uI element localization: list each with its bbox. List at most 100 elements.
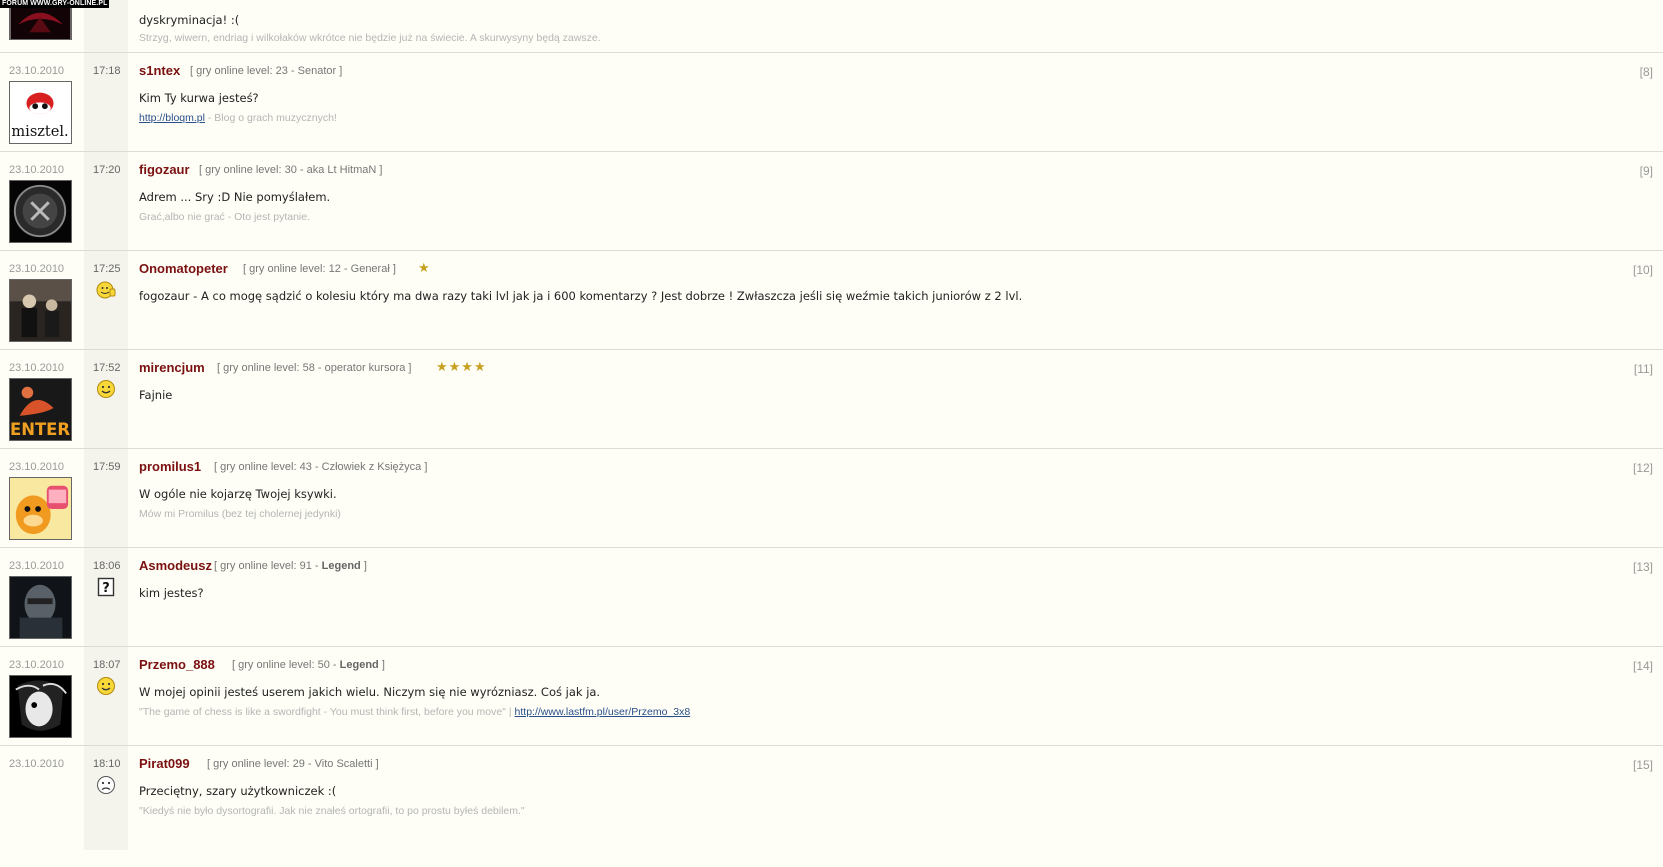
forum-post: 23.10.2010 17:20 figozaur [ gry online leve… [0, 151, 1663, 256]
forum-post: 23.10.2010 18:10 Pirat099 [ gry online leve… [0, 745, 1663, 850]
signature-text: Grać,albo nie grać - Oto jest pytanie. [139, 211, 310, 223]
user-level: [ gry online level: 58 - operator kursor… [217, 362, 412, 374]
user-rank: Senator [297, 65, 337, 77]
user-level: [ gry online level: 43 - Człowiek z Księ… [214, 461, 428, 473]
post-number[interactable]: [10] [1633, 263, 1653, 277]
level-suffix: ] [360, 560, 367, 572]
user-level: [ gry online level: 12 - Generał ] [243, 263, 396, 275]
avatar-image [10, 577, 71, 638]
level-suffix: ] [376, 164, 383, 176]
level-prefix: [ gry online level: [243, 263, 329, 275]
username-link[interactable]: figozaur [139, 162, 190, 177]
level-suffix: ] [378, 659, 385, 671]
avatar[interactable]: ENTER [9, 378, 72, 441]
level-prefix: [ gry online level: [217, 362, 303, 374]
forum-thread: FORUM WWW.GRY-ONLINE.PL dyskryminacja! :… [0, 0, 1663, 867]
level-value: 91 [299, 560, 312, 572]
post-time: 18:07 [93, 659, 121, 671]
post-date: 23.10.2010 [9, 362, 65, 374]
forum-watermark: FORUM WWW.GRY-ONLINE.PL [0, 0, 110, 8]
post-signature: "Kiedyś nie było dysortografii. Jak nie … [139, 805, 525, 817]
signature-link[interactable]: http://www.lastfm.pl/user/Przemo_3x8 [515, 706, 691, 718]
level-value: 30 [284, 164, 297, 176]
post-time: 17:59 [93, 461, 121, 473]
username-link[interactable]: promilus1 [139, 459, 201, 474]
avatar-caption: misztel. [11, 124, 68, 140]
forum-post: 23.10.2010 18:07 Przemo_888 [ gry online le… [0, 646, 1663, 751]
sad-emoticon-icon [96, 775, 116, 795]
post-date: 23.10.2010 [9, 461, 65, 473]
user-rank: Człowiek z Księżyca [321, 461, 422, 473]
signature-text: - Blog o grach muzycznych! [204, 112, 337, 124]
avatar-image [10, 280, 71, 341]
post-date: 23.10.2010 [9, 263, 65, 275]
signature-text: "The game of chess is like a swordfight … [139, 706, 515, 718]
user-level: [ gry online level: 50 - Legend ] [232, 659, 385, 671]
post-number[interactable]: [11] [1634, 362, 1653, 376]
post-message: Fajnie [139, 388, 173, 402]
post-date: 23.10.2010 [9, 758, 65, 770]
avatar-image [10, 478, 71, 539]
post-number[interactable]: [12] [1633, 461, 1653, 475]
rank-stars-icon: ★ [418, 261, 431, 276]
post-number[interactable]: [15] [1633, 758, 1653, 772]
forum-post: 23.10.2010 17:59 promilus1 [ gry online lev… [0, 448, 1663, 553]
post-time: 17:20 [93, 164, 121, 176]
post-message: W ogóle nie kojarzę Twojej ksywki. [139, 487, 337, 501]
level-suffix: ] [421, 461, 428, 473]
level-value: 58 [302, 362, 315, 374]
forum-post: 23.10.2010 17:25 Onomatopeter [ gry online … [0, 250, 1663, 355]
signature-link[interactable]: http://bloqm.pl [139, 112, 205, 124]
post-date: 23.10.2010 [9, 65, 65, 77]
avatar[interactable] [9, 675, 72, 738]
level-value: 50 [317, 659, 330, 671]
post-time: 17:52 [93, 362, 121, 374]
level-value: 23 [275, 65, 288, 77]
post-number[interactable]: [13] [1633, 560, 1653, 574]
username-link[interactable]: Onomatopeter [139, 261, 228, 276]
user-rank: aka Lt HitmaN [306, 164, 377, 176]
username-link[interactable]: s1ntex [139, 63, 180, 78]
post-number[interactable]: [14] [1633, 659, 1653, 673]
user-level: [ gry online level: 29 - Vito Scaletti ] [207, 758, 379, 770]
user-rank: Legend [339, 659, 379, 671]
signature-text: "Kiedyś nie było dysortografii. Jak nie … [139, 805, 525, 817]
level-value: 29 [292, 758, 305, 770]
avatar-image [10, 676, 71, 737]
post-time: 18:06 [93, 560, 121, 572]
level-value: 43 [299, 461, 312, 473]
user-level: [ gry online level: 23 - Senator ] [190, 65, 343, 77]
avatar[interactable]: misztel. [9, 81, 72, 144]
post-message: Adrem ... Sry :D Nie pomyślałem. [139, 190, 331, 204]
level-suffix: ] [389, 263, 396, 275]
avatar[interactable] [9, 180, 72, 243]
level-suffix: ] [336, 65, 343, 77]
level-prefix: [ gry online level: [207, 758, 293, 770]
post-message: kim jestes? [139, 586, 204, 600]
user-level: [ gry online level: 30 - aka Lt HitmaN ] [199, 164, 383, 176]
avatar[interactable] [9, 477, 72, 540]
post-number[interactable]: [9] [1640, 164, 1653, 178]
username-link[interactable]: Przemo_888 [139, 657, 215, 672]
post-time: 17:18 [93, 65, 121, 77]
username-link[interactable]: Pirat099 [139, 756, 190, 771]
post-message: fogozaur - A co mogę sądzić o kolesiu kt… [139, 289, 1023, 303]
user-rank: Vito Scaletti [314, 758, 373, 770]
signature-text: Mów mi Promilus (bez tej cholernej jedyn… [139, 508, 341, 520]
post-date: 23.10.2010 [9, 659, 65, 671]
level-prefix: [ gry online level: [199, 164, 285, 176]
avatar[interactable] [9, 279, 72, 342]
username-link[interactable]: mirencjum [139, 360, 205, 375]
post-message: W mojej opinii jesteś userem jakich wiel… [139, 685, 601, 699]
username-link[interactable]: Asmodeusz [139, 558, 212, 573]
avatar-image: misztel. [10, 82, 71, 143]
avatar[interactable] [9, 576, 72, 639]
post-number[interactable]: [8] [1640, 65, 1653, 79]
forum-post: 23.10.2010 17:52 ENTER mirencjum [ gry onlin… [0, 349, 1663, 454]
avatar-image [10, 181, 71, 242]
forum-post: 23.10.2010 18:06? Asmodeusz[ gry online le… [0, 547, 1663, 652]
thumbs-up-emoticon-icon [96, 280, 116, 300]
level-prefix: [ gry online level: [232, 659, 318, 671]
post-date: 23.10.2010 [9, 560, 65, 572]
level-prefix: [ gry online level: [190, 65, 276, 77]
